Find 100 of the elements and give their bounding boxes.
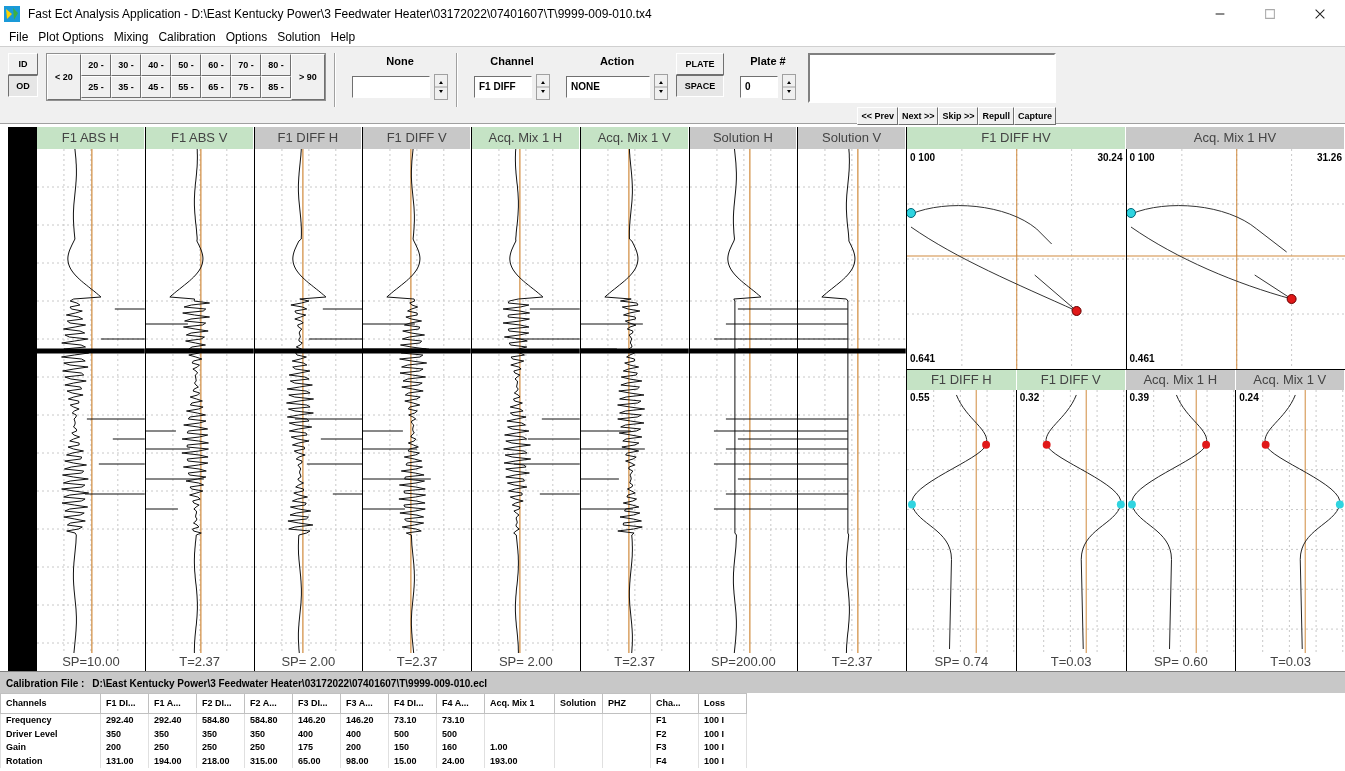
axis-label: 0 100 <box>910 152 936 164</box>
channel-header[interactable]: Solution H <box>689 127 798 149</box>
channel-header[interactable]: F1 DIFF H <box>254 127 363 149</box>
range-button[interactable]: 55 - <box>171 76 201 98</box>
table-cell: F2 <box>650 727 699 741</box>
table-cell: 150 <box>388 741 437 755</box>
table-cell: 100 I <box>698 727 747 741</box>
input-field[interactable]: 0 <box>740 75 778 98</box>
input-field[interactable]: F1 DIFF <box>474 75 532 98</box>
table-cell: 584.80 <box>244 713 293 728</box>
range-button[interactable]: 85 - <box>261 76 291 98</box>
range-button[interactable]: 75 - <box>231 76 261 98</box>
table-cell: 193.00 <box>484 754 555 768</box>
table-cell: Gain <box>0 741 101 755</box>
channel-header[interactable]: F1 DIFF V <box>363 127 471 149</box>
table-cell: 15.00 <box>388 754 437 768</box>
range-button[interactable]: 30 - <box>111 54 141 76</box>
range-button[interactable]: 50 - <box>171 54 201 76</box>
range-button[interactable]: 80 - <box>261 54 291 76</box>
column-header[interactable]: Acq. Mix 1 <box>484 693 555 714</box>
toggle-button[interactable]: SPACE <box>676 75 724 97</box>
scale-readout: SP= 0.60 <box>1152 653 1209 671</box>
table-cell: 350 <box>100 727 149 741</box>
range-button[interactable]: 65 - <box>201 76 231 98</box>
range-button[interactable]: 60 - <box>201 54 231 76</box>
scale-readout: T=2.37 <box>395 653 439 671</box>
table-cell: 98.00 <box>340 754 389 768</box>
axis-label: 30.24 <box>1097 152 1123 164</box>
range-button[interactable]: 70 - <box>231 54 261 76</box>
input-field[interactable]: NONE <box>566 75 650 98</box>
nav-button[interactable]: Capture <box>1014 107 1056 125</box>
menu-item[interactable]: Calibration <box>153 28 221 46</box>
channel-header[interactable]: Acq. Mix 1 H <box>1126 370 1236 390</box>
range-button[interactable]: < 20 <box>47 54 81 100</box>
channel-header[interactable]: F1 DIFF H <box>907 370 1017 390</box>
app-icon <box>4 6 20 22</box>
table-cell: 250 <box>148 741 197 755</box>
input-field[interactable] <box>352 75 430 98</box>
column-header[interactable]: F3 A... <box>340 693 389 714</box>
menu-item[interactable]: Plot Options <box>33 28 109 46</box>
table-cell: 500 <box>436 727 485 741</box>
range-button[interactable]: > 90 <box>291 54 325 100</box>
toggle-button[interactable]: OD <box>8 75 38 97</box>
channel-header[interactable]: Acq. Mix 1 H <box>472 127 580 149</box>
channel-header[interactable]: Acq. Mix 1 HV <box>1126 127 1345 149</box>
scale-readout: SP=10.00 <box>61 653 121 671</box>
scale-readout: T=2.37 <box>613 653 657 671</box>
range-button[interactable]: 25 - <box>81 76 111 98</box>
column-header[interactable]: Solution <box>554 693 603 714</box>
table-cell: 350 <box>244 727 293 741</box>
channel-header[interactable]: F1 DIFF HV <box>907 127 1126 149</box>
range-button[interactable]: 20 - <box>81 54 111 76</box>
scale-readout: T=0.03 <box>1049 653 1093 671</box>
channel-header[interactable]: Acq. Mix 1 V <box>580 127 689 149</box>
column-header[interactable]: F1 A... <box>148 693 197 714</box>
field-label: Calibration File : <box>6 678 85 689</box>
channel-header[interactable]: Solution V <box>798 127 906 149</box>
column-header[interactable]: F4 A... <box>436 693 485 714</box>
column-header[interactable]: Loss <box>698 693 747 714</box>
nav-button[interactable]: << Prev <box>857 107 898 125</box>
toggle-button[interactable]: ID <box>8 53 38 75</box>
nav-button[interactable]: Repull <box>978 107 1014 125</box>
channel-header[interactable]: F1 DIFF V <box>1016 370 1126 390</box>
spin-button[interactable] <box>782 73 796 100</box>
menu-item[interactable]: File <box>4 28 34 46</box>
menu-item[interactable]: Solution <box>272 28 326 46</box>
close-icon[interactable] <box>1313 7 1327 21</box>
scale-readout: SP= 2.00 <box>280 653 337 671</box>
table-cell: 73.10 <box>436 713 485 728</box>
channel-header[interactable]: F1 ABS V <box>145 127 254 149</box>
table-cell: Rotation <box>0 754 101 768</box>
spin-button[interactable] <box>434 73 448 100</box>
toggle-button[interactable]: PLATE <box>676 53 724 75</box>
column-header[interactable]: F2 DI... <box>196 693 245 714</box>
menu-item[interactable]: Help <box>325 28 361 46</box>
column-header[interactable]: Channels <box>0 693 101 714</box>
column-header[interactable]: F1 DI... <box>100 693 149 714</box>
column-header[interactable]: PHZ <box>602 693 651 714</box>
channel-header[interactable]: Acq. Mix 1 V <box>1235 370 1345 390</box>
channel-header[interactable]: F1 ABS H <box>37 127 145 149</box>
table-cell: F1 <box>650 713 699 728</box>
table-cell: 24.00 <box>436 754 485 768</box>
table-cell: 146.20 <box>340 713 389 728</box>
table-cell: F4 <box>650 754 699 768</box>
menu-item[interactable]: Options <box>220 28 273 46</box>
column-header[interactable]: F3 DI... <box>292 693 341 714</box>
spin-button[interactable] <box>654 73 668 100</box>
range-button[interactable]: 45 - <box>141 76 171 98</box>
column-header[interactable]: Cha... <box>650 693 699 714</box>
field-label: Plate # <box>749 54 787 69</box>
spin-button[interactable] <box>536 73 550 100</box>
column-header[interactable]: F2 A... <box>244 693 293 714</box>
column-header[interactable]: F4 DI... <box>388 693 437 714</box>
range-button[interactable]: 35 - <box>111 76 141 98</box>
nav-button[interactable]: Next >> <box>897 107 939 125</box>
axis-label: 0.461 <box>1129 353 1155 365</box>
nav-button[interactable]: Skip >> <box>938 107 979 125</box>
range-button[interactable]: 40 - <box>141 54 171 76</box>
table-cell: 584.80 <box>196 713 245 728</box>
menu-item[interactable]: Mixing <box>108 28 154 46</box>
